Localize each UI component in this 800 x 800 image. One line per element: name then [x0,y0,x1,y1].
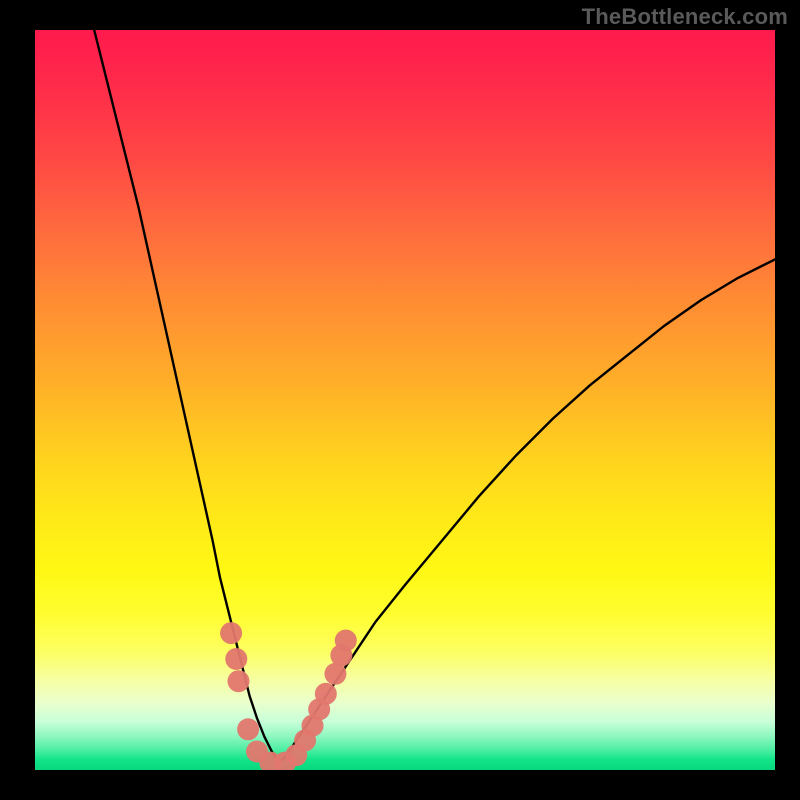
plot-area [35,30,775,770]
chart-svg [35,30,775,770]
data-marker [315,683,337,705]
data-marker [220,622,242,644]
data-marker [237,718,259,740]
chart-frame: TheBottleneck.com [0,0,800,800]
data-marker [225,648,247,670]
curve-left [94,30,279,763]
marker-group [220,622,357,770]
watermark-text: TheBottleneck.com [582,4,788,30]
curve-right [279,259,775,762]
data-marker [335,630,357,652]
data-marker [228,670,250,692]
